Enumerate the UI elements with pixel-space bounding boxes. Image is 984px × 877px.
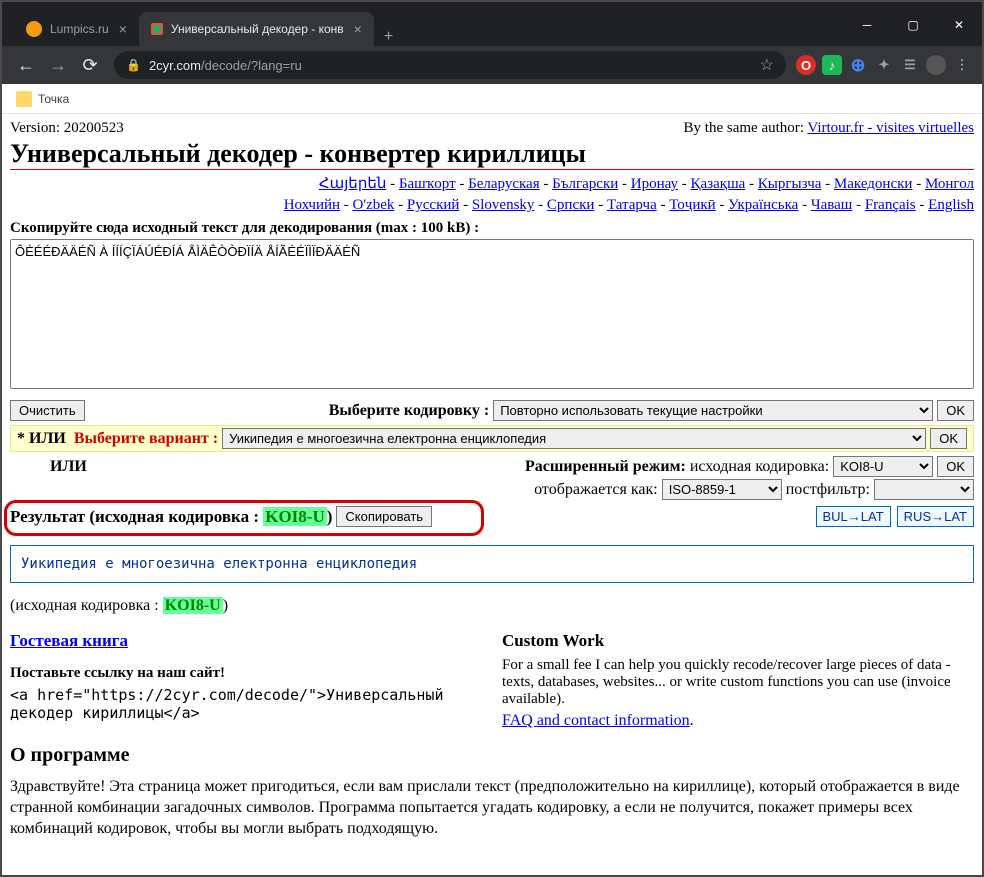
lang-link[interactable]: Русский [407, 197, 460, 213]
ext-mode-label: Расширенный режим: [525, 458, 686, 476]
bookmark-label: Точка [38, 92, 69, 106]
bookmark-tochka[interactable]: Точка [16, 91, 69, 107]
forward-button: → [44, 51, 72, 79]
src-encoding-select[interactable]: KOI8-U [833, 456, 933, 477]
version-text: Version: 20200523 [10, 120, 124, 137]
ext-opera-icon[interactable]: O [796, 55, 816, 75]
source-textarea[interactable] [10, 239, 974, 389]
link-prompt: Поставьте ссылку на наш сайт! [10, 665, 482, 682]
lang-link[interactable]: English [928, 197, 974, 213]
result-encoding: KOI8-U [263, 507, 327, 526]
variant-select[interactable]: Уикипедия е многоезична електронна енцик… [222, 428, 926, 449]
or-label-2: ИЛИ [50, 458, 87, 476]
clear-button[interactable]: Очистить [10, 400, 85, 421]
lang-link[interactable]: Нохчийн [284, 197, 340, 213]
lang-link[interactable]: Татарча [607, 197, 657, 213]
tab-title: Универсальный декодер - конв [171, 22, 344, 36]
or-label: ИЛИ [29, 430, 66, 448]
source-prompt: Скопируйте сюда исходный текст для декод… [10, 220, 974, 237]
encoding-select[interactable]: Повторно использовать текущие настройки [493, 400, 933, 421]
menu-icon[interactable]: ⋮ [952, 55, 972, 75]
lock-icon: 🔒 [126, 58, 141, 72]
by-author-text: By the same author: [684, 120, 808, 136]
minimize-button[interactable]: ─ [844, 10, 890, 40]
extensions-icon[interactable]: ✦ [874, 55, 894, 75]
about-text: Здравствуйте! Эта страница может пригоди… [10, 777, 974, 839]
lang-link[interactable]: Монгол [925, 176, 974, 192]
lang-link[interactable]: Тоҷикӣ [669, 197, 715, 213]
star-text: * [17, 430, 25, 448]
bookmark-star-icon[interactable]: ☆ [760, 55, 774, 75]
ext-globe-icon[interactable]: ⊕ [848, 55, 868, 75]
custom-work-heading: Custom Work [502, 631, 974, 651]
lang-link[interactable]: Slovensky [472, 197, 535, 213]
language-links-row-2: Нохчийн - O'zbek - Русский - Slovensky -… [10, 197, 974, 214]
reading-list-icon[interactable]: ☰ [900, 55, 920, 75]
src-note-enc: KOI8-U [163, 597, 223, 614]
lang-link[interactable]: Қазақша [691, 176, 746, 192]
url-host: 2cyr.com [149, 58, 201, 73]
rus-lat-button[interactable]: RUS→LAT [897, 506, 974, 527]
ext-src-label: исходная кодировка: [690, 458, 829, 476]
lang-link[interactable]: Башҡорт [399, 176, 456, 192]
favicon-icon [26, 21, 42, 37]
faq-link[interactable]: FAQ and contact information [502, 712, 690, 729]
ok-button-1[interactable]: OK [937, 400, 974, 421]
guestbook-link[interactable]: Гостевая книга [10, 631, 128, 650]
favicon-icon [151, 23, 163, 35]
bookmarks-bar: Точка [2, 84, 982, 114]
postfilter-select[interactable] [874, 479, 974, 500]
language-links-row-1: Հայերեն - Башҡорт - Беларуская - Българс… [10, 174, 974, 193]
ext-post-label: постфильтр: [786, 481, 870, 499]
result-box: Уикипедия е многоезична електронна енцик… [10, 545, 974, 583]
lang-link[interactable]: Чаваш [811, 197, 853, 213]
lang-link[interactable]: Български [552, 176, 618, 192]
profile-avatar[interactable] [926, 55, 946, 75]
address-bar: ← → ⟳ 🔒 2cyr.com/decode/?lang=ru ☆ O ♪ ⊕… [2, 46, 982, 84]
new-tab-button[interactable]: + [374, 28, 403, 46]
ext-disp-label: отображается как: [534, 481, 658, 499]
disp-encoding-select[interactable]: ISO-8859-1 [662, 479, 782, 500]
folder-icon [16, 91, 32, 107]
custom-work-text: For a small fee I can help you quickly r… [502, 657, 974, 708]
tab-bar: Lumpics.ru × Универсальный декодер - кон… [2, 10, 982, 46]
lang-link[interactable]: Српски [547, 197, 595, 213]
copy-button[interactable]: Скопировать [336, 506, 432, 527]
close-icon[interactable]: × [354, 21, 362, 37]
lang-link[interactable]: Беларуская [468, 176, 540, 192]
reload-button[interactable]: ⟳ [76, 51, 104, 79]
ext-music-icon[interactable]: ♪ [822, 55, 842, 75]
page-content: Version: 20200523 By the same author: Vi… [2, 114, 982, 845]
result-label: Результат (исходная кодировка : [10, 507, 263, 526]
tab-title: Lumpics.ru [50, 22, 109, 36]
ok-button-2[interactable]: OK [930, 428, 967, 449]
lang-link[interactable]: Кыргызча [758, 176, 822, 192]
link-code: <a href="https://2cyr.com/decode/">Униве… [10, 686, 482, 722]
close-window-button[interactable]: ✕ [936, 10, 982, 40]
ok-button-3[interactable]: OK [937, 456, 974, 477]
variant-label: Выберите вариант : [74, 430, 218, 448]
virtour-link[interactable]: Virtour.fr - visites virtuelles [807, 120, 974, 136]
lang-link[interactable]: Հայերեն [319, 176, 386, 192]
lang-link[interactable]: Македонски [834, 176, 913, 192]
tab-decoder[interactable]: Универсальный декодер - конв × [139, 12, 374, 46]
lang-link[interactable]: Українська [728, 197, 798, 213]
lang-link[interactable]: O'zbek [353, 197, 395, 213]
back-button[interactable]: ← [12, 51, 40, 79]
about-heading: О программе [10, 744, 974, 767]
bul-lat-button[interactable]: BUL→LAT [816, 506, 891, 527]
page-title: Универсальный декодер - конвертер кирилл… [10, 139, 974, 170]
src-note-a: (исходная кодировка : [10, 597, 163, 614]
close-icon[interactable]: × [119, 21, 127, 37]
lang-link[interactable]: Иронау [631, 176, 678, 192]
url-input[interactable]: 🔒 2cyr.com/decode/?lang=ru ☆ [114, 51, 786, 79]
lang-link[interactable]: Français [865, 197, 916, 213]
url-path: /decode/?lang=ru [201, 58, 302, 73]
maximize-button[interactable]: ▢ [890, 10, 936, 40]
tab-lumpics[interactable]: Lumpics.ru × [14, 12, 139, 46]
encoding-label: Выберите кодировку : [329, 402, 489, 420]
